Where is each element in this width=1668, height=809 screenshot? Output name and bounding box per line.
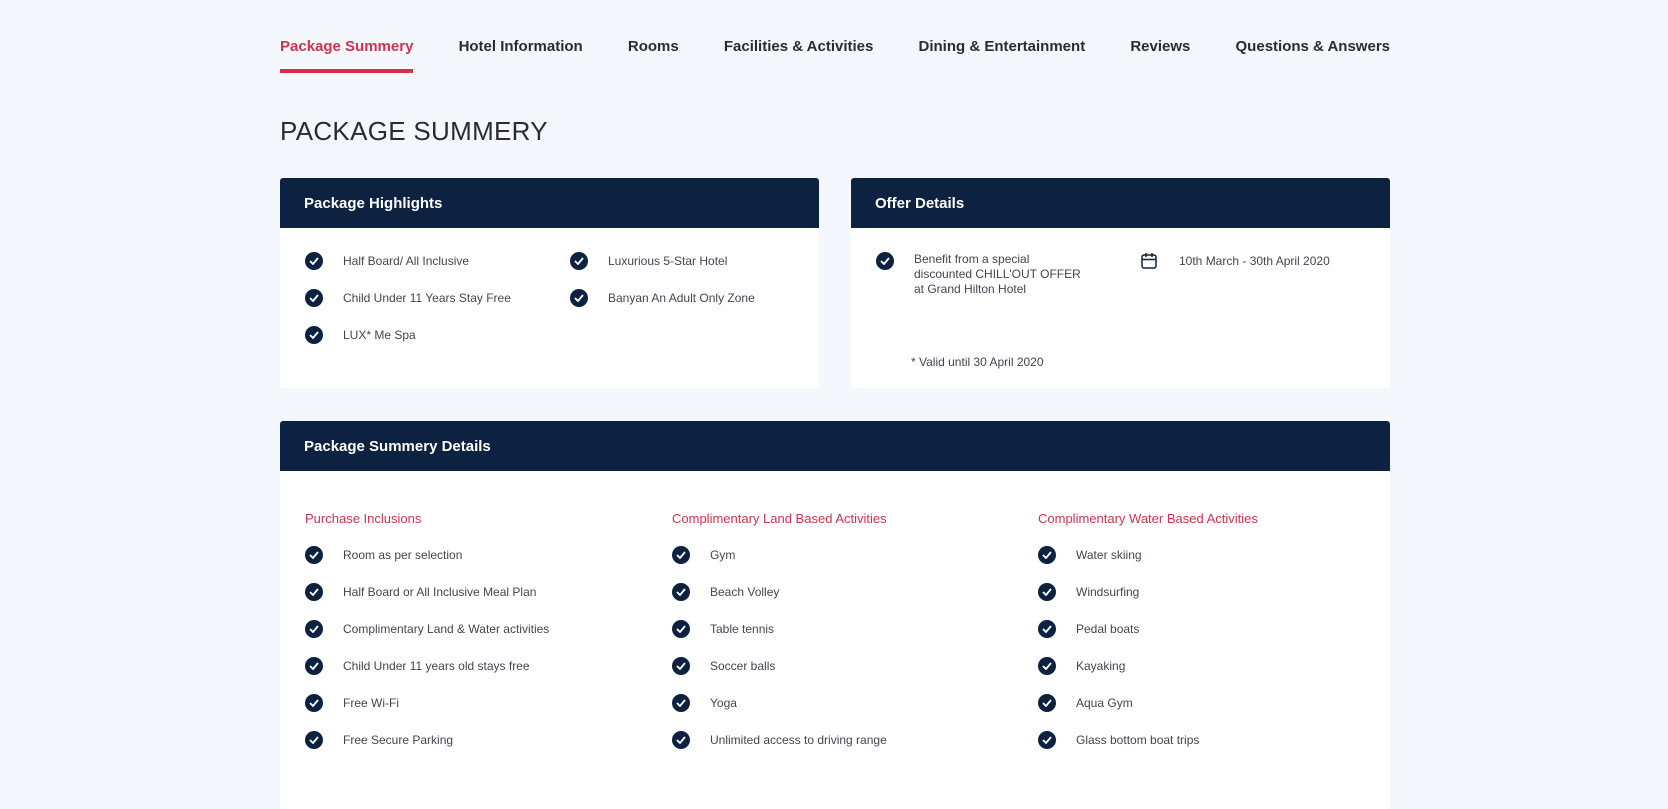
offer-details-card: Offer Details Benefit from a special dis…	[851, 178, 1390, 388]
list-item-label: Complimentary Land & Water activities	[343, 622, 550, 636]
page: Package Summery Hotel Information Rooms …	[0, 0, 1668, 809]
list-item-label: Free Wi-Fi	[343, 696, 399, 710]
water-activities-heading: Complimentary Water Based Activities	[1038, 511, 1258, 526]
list-item-label: Room as per selection	[343, 548, 463, 562]
check-circle-icon	[305, 326, 323, 344]
tab-rooms[interactable]: Rooms	[628, 38, 679, 73]
check-circle-icon	[305, 546, 323, 564]
tab-questions-answers[interactable]: Questions & Answers	[1236, 38, 1390, 73]
list-item: Aqua Gym	[1038, 694, 1133, 712]
check-circle-icon	[570, 289, 588, 307]
list-item: Table tennis	[672, 620, 774, 638]
tab-dining-entertainment[interactable]: Dining & Entertainment	[919, 38, 1086, 73]
list-item-label: Beach Volley	[710, 585, 780, 599]
check-circle-icon	[1038, 694, 1056, 712]
list-item: Water skiing	[1038, 546, 1142, 564]
check-circle-icon	[1038, 546, 1056, 564]
check-circle-icon	[570, 252, 588, 270]
list-item: Kayaking	[1038, 657, 1125, 675]
list-item-label: Windsurfing	[1076, 585, 1140, 599]
check-circle-icon	[305, 694, 323, 712]
check-circle-icon	[1038, 731, 1056, 749]
check-circle-icon	[305, 657, 323, 675]
check-circle-icon	[876, 252, 894, 270]
check-circle-icon	[672, 657, 690, 675]
highlight-item-label: Luxurious 5-Star Hotel	[608, 254, 728, 268]
list-item: Windsurfing	[1038, 583, 1139, 601]
check-circle-icon	[305, 252, 323, 270]
list-item: Child Under 11 years old stays free	[305, 657, 530, 675]
list-item: Beach Volley	[672, 583, 779, 601]
list-item: Complimentary Land & Water activities	[305, 620, 549, 638]
list-item: Glass bottom boat trips	[1038, 731, 1199, 749]
land-activities-heading: Complimentary Land Based Activities	[672, 511, 887, 526]
highlight-item-label: Child Under 11 Years Stay Free	[343, 291, 511, 305]
check-circle-icon	[672, 546, 690, 564]
list-item-label: Aqua Gym	[1076, 696, 1133, 710]
package-highlights-title: Package Highlights	[280, 178, 819, 228]
list-item-label: Table tennis	[710, 622, 775, 636]
check-circle-icon	[305, 289, 323, 307]
check-circle-icon	[672, 694, 690, 712]
package-summery-details-card: Package Summery Details Purchase Inclusi…	[280, 421, 1390, 809]
list-item-label: Half Board or All Inclusive Meal Plan	[343, 585, 537, 599]
check-circle-icon	[305, 583, 323, 601]
check-circle-icon	[672, 583, 690, 601]
list-item: Yoga	[672, 694, 737, 712]
list-item-label: Glass bottom boat trips	[1076, 733, 1200, 747]
check-circle-icon	[672, 731, 690, 749]
section-tabs: Package Summery Hotel Information Rooms …	[280, 38, 1390, 73]
offer-benefit-text: Benefit from a special discounted CHILL'…	[914, 252, 1081, 296]
list-item-label: Unlimited access to driving range	[710, 733, 887, 747]
calendar-icon	[1141, 252, 1159, 270]
list-item-label: Yoga	[710, 696, 737, 710]
list-item-label: Kayaking	[1076, 659, 1126, 673]
check-circle-icon	[1038, 620, 1056, 638]
list-item-label: Gym	[710, 548, 736, 562]
list-item: Room as per selection	[305, 546, 462, 564]
highlight-item-label: Half Board/ All Inclusive	[343, 254, 470, 268]
check-circle-icon	[1038, 583, 1056, 601]
list-item-label: Free Secure Parking	[343, 733, 454, 747]
tab-package-summery[interactable]: Package Summery	[280, 38, 414, 73]
check-circle-icon	[672, 620, 690, 638]
package-summery-details-title: Package Summery Details	[280, 421, 1390, 471]
check-circle-icon	[305, 620, 323, 638]
highlight-item: Luxurious 5-Star Hotel	[570, 252, 727, 270]
tab-hotel-information[interactable]: Hotel Information	[459, 38, 583, 73]
purchase-inclusions-heading: Purchase Inclusions	[305, 511, 422, 526]
highlight-item: Half Board/ All Inclusive	[305, 252, 469, 270]
list-item: Gym	[672, 546, 735, 564]
check-circle-icon	[1038, 657, 1056, 675]
check-circle-icon	[305, 731, 323, 749]
tab-facilities-activities[interactable]: Facilities & Activities	[724, 38, 874, 73]
offer-details-title: Offer Details	[851, 178, 1390, 228]
list-item-label: Child Under 11 years old stays free	[343, 659, 530, 673]
list-item-label: Pedal boats	[1076, 622, 1140, 636]
list-item-label: Water skiing	[1076, 548, 1142, 562]
list-item: Free Secure Parking	[305, 731, 453, 749]
package-highlights-card: Package Highlights Half Board/ All Inclu…	[280, 178, 819, 388]
page-title: PACKAGE SUMMERY	[280, 116, 548, 146]
list-item: Free Wi-Fi	[305, 694, 399, 712]
list-item-label: Soccer balls	[710, 659, 776, 673]
offer-dates: 10th March - 30th April 2020	[1141, 252, 1330, 270]
highlight-item: Child Under 11 Years Stay Free	[305, 289, 511, 307]
highlight-item-label: LUX* Me Spa	[343, 328, 416, 342]
offer-benefit: Benefit from a special discounted CHILL'…	[876, 252, 1086, 297]
list-item: Pedal boats	[1038, 620, 1139, 638]
list-item: Unlimited access to driving range	[672, 731, 887, 749]
highlight-item: LUX* Me Spa	[305, 326, 416, 344]
highlight-item-label: Banyan An Adult Only Zone	[608, 291, 755, 305]
list-item: Soccer balls	[672, 657, 775, 675]
offer-valid-note: * Valid until 30 April 2020	[911, 355, 1044, 369]
offer-dates-text: 10th March - 30th April 2020	[1179, 254, 1330, 268]
highlight-item: Banyan An Adult Only Zone	[570, 289, 755, 307]
tab-reviews[interactable]: Reviews	[1130, 38, 1190, 73]
list-item: Half Board or All Inclusive Meal Plan	[305, 583, 536, 601]
